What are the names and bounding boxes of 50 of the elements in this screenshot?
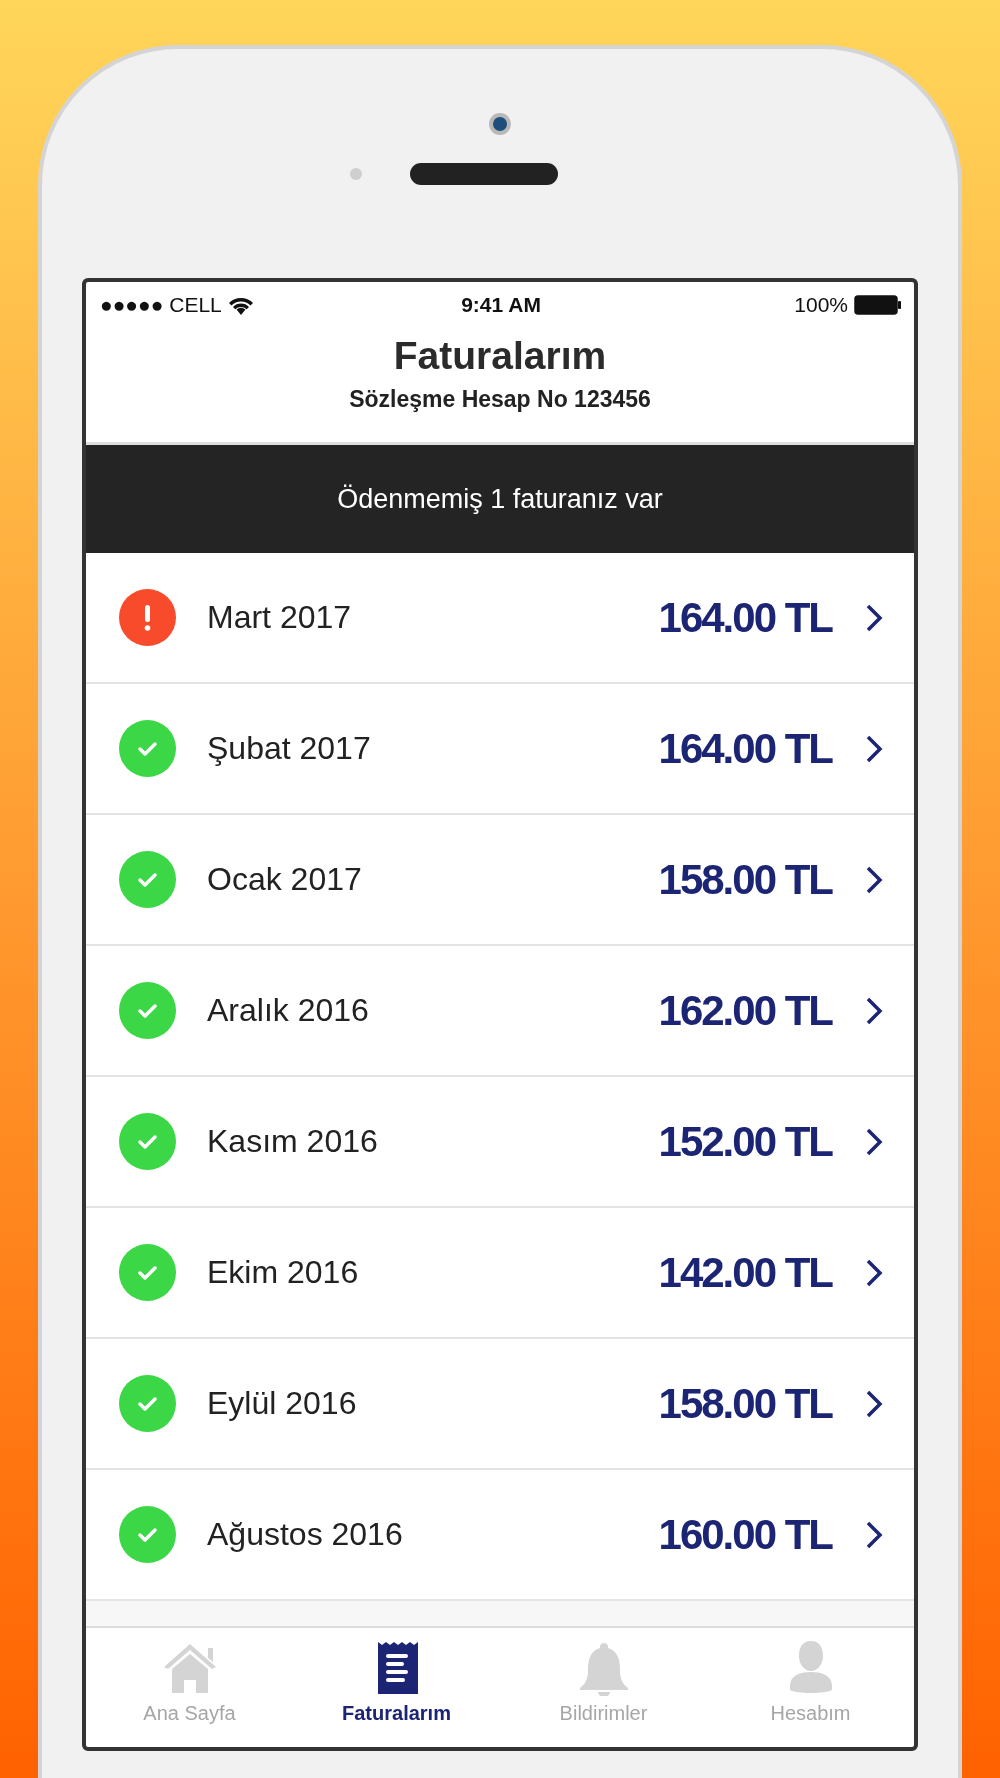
check-icon: [119, 1113, 176, 1170]
invoice-amount: 142.00 TL: [658, 1248, 832, 1297]
chevron-icon: [864, 1257, 884, 1288]
battery-icon: [854, 295, 902, 315]
invoice-row[interactable]: Ocak 2017 158.00 TL: [86, 815, 914, 946]
invoice-month: Aralık 2016: [207, 992, 370, 1029]
chevron-icon: [864, 1388, 884, 1419]
chevron-icon: [864, 1519, 884, 1550]
check-icon: [119, 1244, 176, 1301]
page-title: Faturalarım: [393, 334, 607, 378]
chevron-icon: [864, 995, 884, 1026]
invoice-row[interactable]: Aralık 2016 162.00 TL: [86, 946, 914, 1077]
check-icon: [119, 1506, 176, 1563]
tab[interactable]: Faturalarım: [293, 1628, 500, 1747]
clock: 9:41 AM: [461, 293, 541, 317]
invoice-row[interactable]: Şubat 2017 164.00 TL: [86, 684, 914, 815]
invoice-amount: 164.00 TL: [658, 724, 832, 773]
invoice-row[interactable]: Eylül 2016 158.00 TL: [86, 1339, 914, 1470]
invoice-row[interactable]: Kasım 2016 152.00 TL: [86, 1077, 914, 1208]
chevron-icon: [864, 864, 884, 895]
invoice-row[interactable]: Ekim 2016 142.00 TL: [86, 1208, 914, 1339]
invoice-amount: 152.00 TL: [658, 1117, 832, 1166]
check-icon: [119, 851, 176, 908]
camera: [489, 113, 511, 135]
unpaid-banner: Ödenmemiş 1 faturanız var: [86, 445, 914, 553]
check-icon: [119, 982, 176, 1039]
battery-percentage: 100%: [794, 293, 848, 317]
invoice-month: Ocak 2017: [207, 861, 363, 898]
invoice-month: Mart 2017: [207, 599, 353, 636]
check-icon: [119, 1375, 176, 1432]
invoice-amount: 162.00 TL: [658, 986, 832, 1035]
invoice-amount: 158.00 TL: [658, 855, 832, 904]
invoice-month: Eylül 2016: [207, 1385, 358, 1422]
chevron-icon: [864, 602, 884, 633]
chevron-icon: [864, 733, 884, 764]
invoice-amount: 158.00 TL: [658, 1379, 832, 1428]
invoice-month: Şubat 2017: [207, 730, 372, 767]
account-number: Sözleşme Hesap No 123456: [349, 386, 651, 413]
chevron-icon: [864, 1126, 884, 1157]
alert-icon: [119, 589, 176, 646]
invoice-row[interactable]: Mart 2017 164.00 TL: [86, 553, 914, 684]
check-icon: [119, 720, 176, 777]
invoice-amount: 160.00 TL: [658, 1510, 832, 1559]
carrier-label: ●●●●● CELL: [100, 293, 222, 317]
invoice-month: Ağustos 2016: [207, 1516, 404, 1553]
invoice-month: Kasım 2016: [207, 1123, 379, 1160]
invoice-month: Ekim 2016: [207, 1254, 360, 1291]
invoice-amount: 164.00 TL: [658, 593, 832, 642]
wifi-icon: [227, 295, 254, 315]
sensor: [350, 168, 362, 180]
